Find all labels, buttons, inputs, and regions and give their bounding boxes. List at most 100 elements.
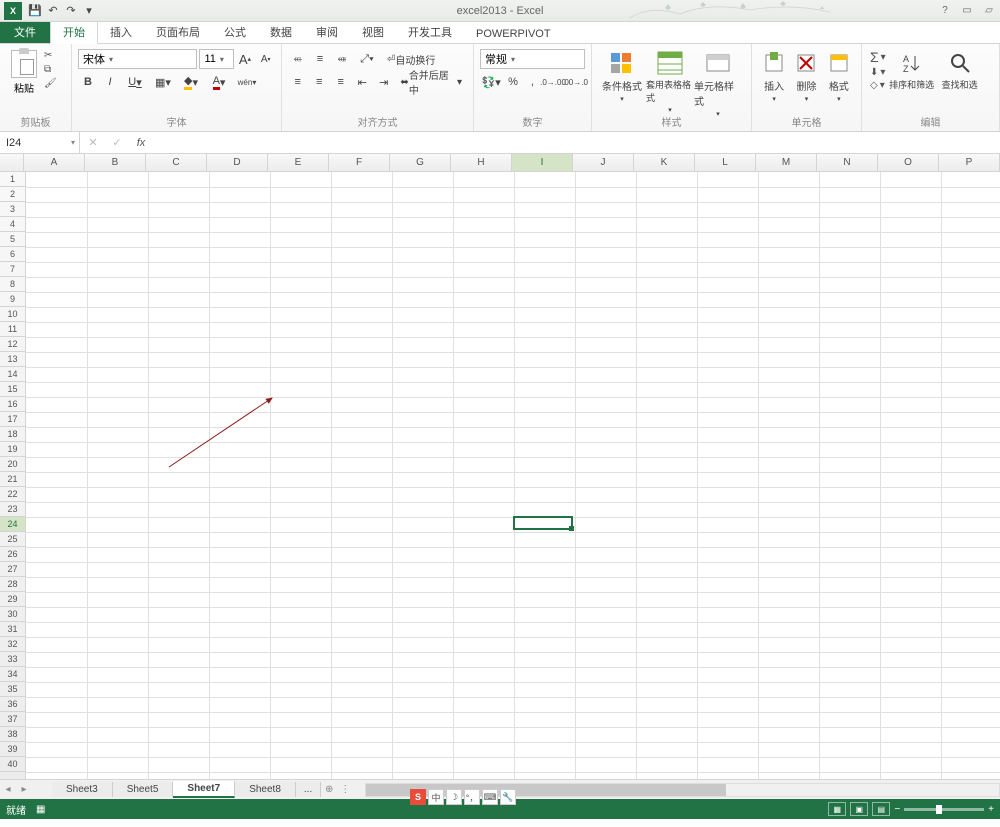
cells-area[interactable] (26, 172, 1000, 779)
row-header-23[interactable]: 23 (0, 502, 25, 517)
fx-button[interactable]: fx (132, 134, 150, 152)
col-header-F[interactable]: F (329, 154, 390, 171)
decrease-font-button[interactable]: A▾ (256, 49, 275, 69)
align-bottom-button[interactable]: ⬵ (332, 49, 352, 69)
row-header-29[interactable]: 29 (0, 592, 25, 607)
ime-punct-button[interactable]: °， (464, 789, 480, 805)
align-top-button[interactable]: ⬴ (288, 49, 308, 69)
col-header-M[interactable]: M (756, 154, 817, 171)
help-button[interactable]: ? (934, 2, 956, 20)
percent-button[interactable]: % (504, 72, 521, 92)
view-page-break-button[interactable]: ▤ (872, 802, 890, 816)
view-normal-button[interactable]: ▦ (828, 802, 846, 816)
minimize-button[interactable]: ▱ (978, 2, 1000, 20)
sheet-more[interactable]: ... (296, 782, 321, 797)
row-header-9[interactable]: 9 (0, 292, 25, 307)
font-size-dropdown[interactable]: 11▾ (199, 49, 233, 69)
selected-cell[interactable] (513, 516, 573, 530)
tab-data[interactable]: 数据 (258, 21, 304, 43)
clear-button[interactable]: ◇▾ (870, 80, 886, 91)
qat-customize[interactable]: ▾ (80, 2, 98, 20)
col-header-C[interactable]: C (146, 154, 207, 171)
row-header-19[interactable]: 19 (0, 442, 25, 457)
border-button[interactable]: ▦▾ (150, 72, 176, 92)
tab-page-layout[interactable]: 页面布局 (144, 21, 212, 43)
tab-developer[interactable]: 开发工具 (396, 21, 464, 43)
row-header-21[interactable]: 21 (0, 472, 25, 487)
col-header-J[interactable]: J (573, 154, 634, 171)
ime-toolbar[interactable]: S 中 ☽ °， ⌨ 🔧 (410, 787, 516, 807)
ime-moon-button[interactable]: ☽ (446, 789, 462, 805)
spreadsheet-grid[interactable]: ABCDEFGHIJKLMNOP 12345678910111213141516… (0, 154, 1000, 779)
zoom-slider[interactable] (904, 808, 984, 811)
sheet-tab-3[interactable]: Sheet8 (235, 782, 296, 797)
row-header-40[interactable]: 40 (0, 757, 25, 772)
copy-button[interactable]: ⧉ (44, 64, 57, 75)
col-header-D[interactable]: D (207, 154, 268, 171)
row-header-34[interactable]: 34 (0, 667, 25, 682)
row-header-16[interactable]: 16 (0, 397, 25, 412)
row-header-4[interactable]: 4 (0, 217, 25, 232)
align-center-button[interactable]: ≡ (309, 72, 328, 92)
tab-insert[interactable]: 插入 (98, 21, 144, 43)
row-header-38[interactable]: 38 (0, 727, 25, 742)
italic-button[interactable]: I (100, 72, 120, 92)
zoom-in-button[interactable]: + (988, 804, 994, 815)
col-header-O[interactable]: O (878, 154, 939, 171)
bold-button[interactable]: B (78, 72, 98, 92)
row-header-11[interactable]: 11 (0, 322, 25, 337)
increase-indent-button[interactable]: ⇥ (374, 72, 393, 92)
zoom-out-button[interactable]: − (894, 804, 900, 815)
col-header-A[interactable]: A (24, 154, 85, 171)
decrease-indent-button[interactable]: ⇤ (352, 72, 371, 92)
underline-button[interactable]: U▾ (122, 72, 148, 92)
col-header-P[interactable]: P (939, 154, 1000, 171)
row-header-39[interactable]: 39 (0, 742, 25, 757)
row-header-12[interactable]: 12 (0, 337, 25, 352)
orientation-button[interactable]: ⤢▾ (354, 49, 380, 69)
row-header-8[interactable]: 8 (0, 277, 25, 292)
ime-lang-button[interactable]: 中 (428, 789, 444, 805)
row-header-20[interactable]: 20 (0, 457, 25, 472)
font-name-dropdown[interactable]: 宋体▾ (78, 49, 197, 69)
row-header-27[interactable]: 27 (0, 562, 25, 577)
row-header-5[interactable]: 5 (0, 232, 25, 247)
cut-button[interactable]: ✂ (44, 50, 57, 61)
row-header-3[interactable]: 3 (0, 202, 25, 217)
row-header-37[interactable]: 37 (0, 712, 25, 727)
row-header-1[interactable]: 1 (0, 172, 25, 187)
row-header-14[interactable]: 14 (0, 367, 25, 382)
sheet-tab-1[interactable]: Sheet5 (113, 782, 174, 797)
tab-review[interactable]: 审阅 (304, 21, 350, 43)
format-painter-button[interactable]: 🖌 (44, 78, 57, 89)
macro-recorder-icon[interactable]: ▦ (36, 804, 45, 815)
align-left-button[interactable]: ≡ (288, 72, 307, 92)
row-header-31[interactable]: 31 (0, 622, 25, 637)
qat-redo[interactable]: ↷ (62, 2, 80, 20)
ime-tool-button[interactable]: 🔧 (500, 789, 516, 805)
align-middle-button[interactable]: ≡ (310, 49, 330, 69)
row-header-33[interactable]: 33 (0, 652, 25, 667)
row-header-15[interactable]: 15 (0, 382, 25, 397)
qat-save[interactable]: 💾 (26, 2, 44, 20)
select-all-corner[interactable] (0, 154, 24, 171)
accounting-format-button[interactable]: 💱▾ (480, 72, 502, 92)
ime-sogou-icon[interactable]: S (410, 789, 426, 805)
row-header-18[interactable]: 18 (0, 427, 25, 442)
col-header-H[interactable]: H (451, 154, 512, 171)
col-header-N[interactable]: N (817, 154, 878, 171)
formula-input[interactable] (154, 137, 1000, 149)
autosum-button[interactable]: Σ▾ (870, 49, 886, 65)
row-header-24[interactable]: 24 (0, 517, 25, 532)
tab-formulas[interactable]: 公式 (212, 21, 258, 43)
decrease-decimal-button[interactable]: .00→.0 (565, 72, 585, 92)
name-box[interactable]: I24▾ (0, 132, 80, 153)
row-header-6[interactable]: 6 (0, 247, 25, 262)
col-header-B[interactable]: B (85, 154, 146, 171)
cancel-formula-button[interactable]: ✕ (84, 134, 102, 152)
tab-file[interactable]: 文件 (0, 21, 50, 43)
number-format-dropdown[interactable]: 常规▾ (480, 49, 585, 69)
row-header-32[interactable]: 32 (0, 637, 25, 652)
row-header-26[interactable]: 26 (0, 547, 25, 562)
tab-view[interactable]: 视图 (350, 21, 396, 43)
